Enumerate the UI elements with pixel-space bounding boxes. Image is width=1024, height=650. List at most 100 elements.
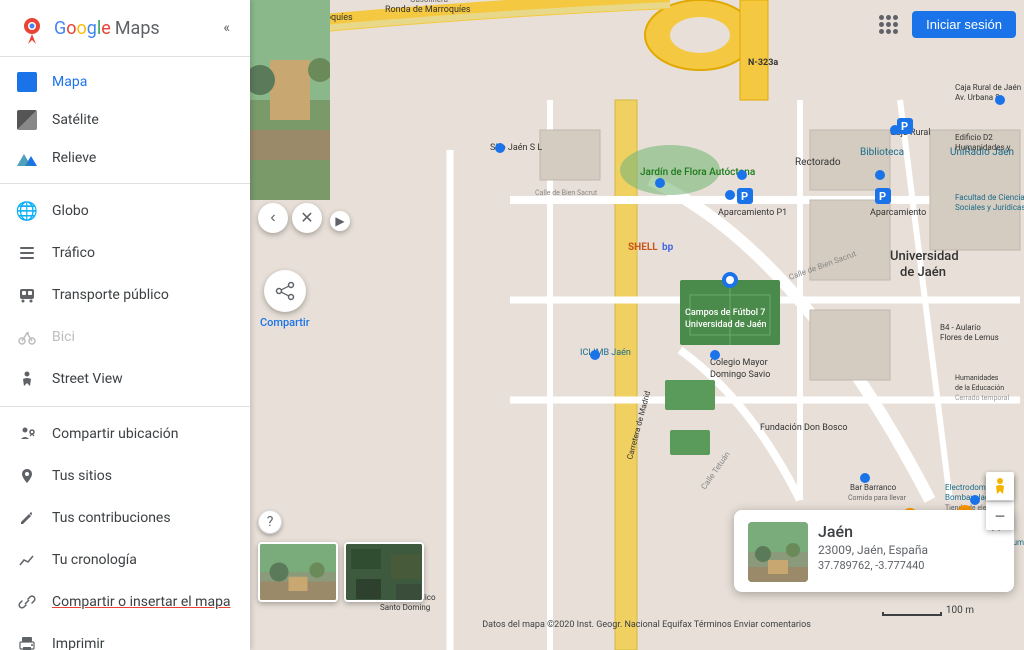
svg-text:de la Educación: de la Educación [955, 384, 1004, 392]
nav-tus-sitios[interactable]: Tus sitios [0, 455, 250, 497]
svg-text:Humanidades y.: Humanidades y. [955, 143, 1012, 152]
map-type-relieve-label: Relieve [52, 150, 96, 166]
pegman-figure-icon [990, 476, 1010, 496]
svg-text:Domingo Savio: Domingo Savio [710, 370, 770, 380]
svg-text:Fundación Don Bosco: Fundación Don Bosco [760, 423, 848, 433]
satellite-thumbnail[interactable]: Satélite [344, 542, 424, 602]
svg-text:B4 - Aulario: B4 - Aulario [940, 323, 981, 332]
svg-text:Caja Rural de Jaén: Caja Rural de Jaén [955, 83, 1021, 92]
account-section: Compartir ubicación Tus sitios Tus contr… [0, 407, 250, 650]
svg-text:Universidad: Universidad [890, 249, 959, 264]
nav-streetview[interactable]: Street View [0, 358, 250, 400]
pin-svg-icon [18, 467, 36, 485]
nav-compartir-ubicacion[interactable]: Compartir ubicación [0, 413, 250, 455]
svg-text:Av. Urbana 8: Av. Urbana 8 [955, 93, 1000, 102]
svg-text:de Jaén: de Jaén [900, 265, 946, 280]
nav-compartir-mapa-label: Compartir o insertar el mapa [52, 594, 231, 610]
location-pin-icon [16, 465, 38, 487]
satellite-image [346, 544, 422, 600]
svg-text:Cerrado temporal: Cerrado temporal [955, 394, 1009, 402]
attribution-text: Datos del mapa ©2020 Inst. Geogr. Nacion… [482, 620, 811, 630]
globe-icon: 🌐 [16, 200, 38, 222]
nav-tu-cronologia[interactable]: Tu cronología [0, 539, 250, 581]
nav-compartir-mapa[interactable]: Compartir o insertar el mapa [0, 581, 250, 623]
apps-grid-button[interactable] [872, 8, 904, 40]
location-photo-svg [748, 522, 808, 582]
nav-streetview-label: Street View [52, 371, 123, 387]
svg-text:Universidad de Jaén: Universidad de Jaén [685, 320, 767, 330]
timeline-icon [16, 549, 38, 571]
map-collapse-button[interactable]: ▶ [330, 211, 350, 231]
nav-tu-cronologia-label: Tu cronología [52, 552, 137, 568]
sidebar-collapse-button[interactable]: « [219, 16, 234, 40]
sat-thumb-svg [346, 544, 424, 602]
nav-transporte[interactable]: Transporte público [0, 274, 250, 316]
map-back-button[interactable]: ‹ [258, 203, 288, 233]
location-city: Jaén [818, 522, 1000, 541]
nav-globo-label: Globo [52, 203, 89, 219]
share-location-icon [16, 423, 38, 445]
zoom-out-button[interactable]: − [986, 502, 1014, 530]
help-button[interactable]: ? [258, 510, 282, 534]
nav-trafico[interactable]: Tráfico [0, 232, 250, 274]
google-maps-logo-icon [16, 12, 48, 44]
pencil-icon [18, 509, 36, 527]
scale-label: 100 m [946, 605, 974, 616]
streetview-image [260, 544, 336, 600]
svg-text:ICLIMB Jaén: ICLIMB Jaén [580, 348, 631, 358]
svg-text:Calle de Bien Sacrut: Calle de Bien Sacrut [535, 189, 598, 197]
signin-area: Iniciar sesión [872, 8, 1016, 40]
nav-compartir-ubicacion-label: Compartir ubicación [52, 426, 179, 442]
location-photo [748, 522, 808, 582]
link-icon [16, 591, 38, 613]
nav-bici-label: Bici [52, 329, 75, 345]
map-close-button[interactable]: ✕ [292, 203, 322, 233]
nav-imprimir[interactable]: Imprimir [0, 623, 250, 650]
map-type-relieve[interactable]: Relieve [0, 139, 250, 177]
nav-bici[interactable]: Bici [0, 316, 250, 358]
nav-tus-sitios-label: Tus sitios [52, 468, 112, 484]
compartir-label: Compartir [260, 316, 310, 329]
map-type-section: Mapa Satélite Relieve [0, 57, 250, 184]
signin-button[interactable]: Iniciar sesión [912, 11, 1016, 38]
nav-tus-contribuciones-label: Tus contribuciones [52, 510, 171, 526]
compartir-button[interactable]: Compartir [260, 270, 310, 329]
share-icon [274, 280, 296, 302]
svg-text:Gasolinera: Gasolinera [410, 0, 448, 4]
nav-section: 🌐 Globo Tráfico [0, 184, 250, 407]
person-svg-icon [18, 370, 36, 388]
person-share-icon [18, 425, 36, 443]
svg-text:P: P [741, 190, 748, 203]
print-svg-icon [18, 635, 36, 650]
svg-text:Campos de Fútbol 7: Campos de Fútbol 7 [685, 308, 765, 318]
location-info-box: Jaén 23009, Jaén, España 37.789762, -3.7… [734, 510, 1014, 592]
svg-text:Flores de Lemus: Flores de Lemus [940, 333, 999, 342]
svg-text:Edificio D2: Edificio D2 [955, 133, 993, 142]
location-coords: 37.789762, -3.777440 [818, 559, 1000, 572]
scale-bar: 100 m [882, 605, 974, 616]
map-area[interactable]: N-323a [250, 0, 1024, 650]
nav-trafico-label: Tráfico [52, 245, 95, 261]
nav-tus-contribuciones[interactable]: Tus contribuciones [0, 497, 250, 539]
pegman-button[interactable] [986, 472, 1014, 500]
map-type-satelite[interactable]: Satélite [0, 101, 250, 139]
relieve-mountain-icon [17, 150, 37, 166]
map-type-mapa[interactable]: Mapa [0, 63, 250, 101]
sidebar: Google Maps « Mapa Satélite [0, 0, 250, 650]
streetview-thumbnail[interactable] [258, 542, 338, 602]
svg-text:Rectorado: Rectorado [795, 157, 841, 168]
help-icon: ? [267, 514, 274, 530]
satelite-icon [16, 109, 38, 131]
map-top-nav: ‹ ✕ ▶ [250, 8, 358, 233]
nav-globo[interactable]: 🌐 Globo [0, 190, 250, 232]
svg-text:Sociales y Jurídicas: Sociales y Jurídicas [955, 203, 1024, 212]
chart-icon [18, 551, 36, 569]
mapa-icon [16, 71, 38, 93]
svg-text:N-323a: N-323a [748, 58, 778, 68]
google-maps-logo: Google Maps [16, 12, 160, 44]
location-address: 23009, Jaén, España [818, 543, 1000, 557]
share-circle-icon [264, 270, 306, 312]
nav-imprimir-label: Imprimir [52, 636, 105, 650]
svg-text:P: P [879, 190, 886, 203]
pegman-icon [16, 368, 38, 390]
